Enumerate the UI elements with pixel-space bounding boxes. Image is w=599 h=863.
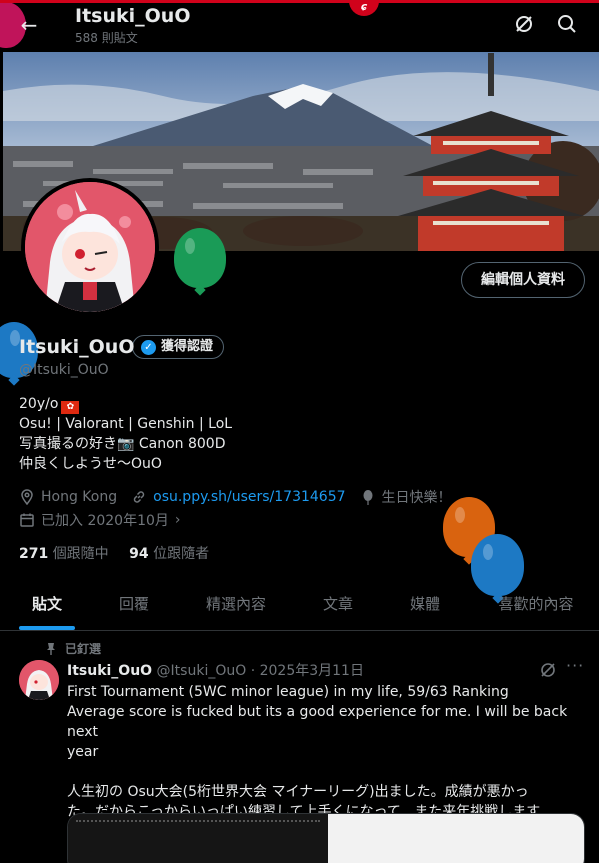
pinned-text: 已釘選 bbox=[65, 642, 102, 656]
get-verified-button[interactable]: ✓ 獲得認證 bbox=[132, 335, 225, 359]
profile-bio: 20y/o ✿ Osu! | Valorant | Genshin | LoL 写… bbox=[19, 394, 232, 474]
post-author-avatar[interactable] bbox=[19, 660, 59, 700]
profile-handle: @Itsuki_OuO bbox=[19, 362, 109, 378]
location-icon bbox=[19, 489, 35, 506]
post-line: 人生初の Osu大会(5桁世界大会 マイナーリーグ)出ました。成績が悪かっ bbox=[67, 784, 529, 800]
top-accent-bar bbox=[0, 0, 599, 3]
profile-avatar[interactable] bbox=[21, 178, 159, 316]
profile-meta-row: Hong Kong osu.ppy.sh/users/17314657 生日快樂… bbox=[19, 487, 452, 507]
chevron-right-icon: › bbox=[174, 512, 181, 528]
profile-website-link[interactable]: osu.ppy.sh/users/17314657 bbox=[153, 489, 345, 505]
profile-meta-row[interactable]: 已加入 2020年10月 › bbox=[19, 510, 181, 530]
bio-line: 写真撮るの好き📷 Canon 800D bbox=[19, 436, 226, 452]
post-author-name[interactable]: Itsuki_OuO bbox=[67, 663, 152, 679]
profile-display-name: Itsuki_OuO bbox=[19, 336, 135, 358]
profile-joined-date: 已加入 2020年10月 bbox=[41, 513, 169, 529]
tab-posts[interactable]: 貼文 bbox=[19, 578, 75, 630]
tab-replies[interactable]: 回覆 bbox=[104, 578, 164, 630]
balloon-icon bbox=[360, 489, 376, 505]
hong-kong-flag-icon: ✿ bbox=[61, 401, 80, 414]
grok-icon[interactable] bbox=[538, 660, 558, 680]
edit-profile-button[interactable]: 編輯個人資料 bbox=[461, 262, 585, 298]
pinned-label: 已釘選 bbox=[45, 640, 101, 657]
tab-highlights[interactable]: 精選內容 bbox=[196, 578, 276, 630]
follow-counts: 271 個跟隨中 94 位跟隨者 bbox=[19, 543, 209, 563]
tab-likes[interactable]: 喜歡的內容 bbox=[490, 578, 582, 630]
post-media[interactable] bbox=[67, 813, 585, 863]
verified-label: 獲得認證 bbox=[161, 339, 214, 354]
post-line: Average score is fucked but its a good e… bbox=[67, 704, 568, 740]
post-header: Itsuki_OuO @Itsuki_OuO · 2025年3月11日 bbox=[67, 660, 364, 680]
top-bar: ← Itsuki_OuO 588 則貼文 bbox=[0, 0, 599, 52]
more-options-icon[interactable]: ··· bbox=[566, 656, 584, 675]
tab-media[interactable]: 媒體 bbox=[395, 578, 455, 630]
post-handle-date[interactable]: @Itsuki_OuO · 2025年3月11日 bbox=[157, 663, 364, 679]
tab-articles[interactable]: 文章 bbox=[308, 578, 368, 630]
media-decoration bbox=[76, 820, 320, 824]
post-line: First Tournament (5WC minor league) in m… bbox=[67, 684, 509, 700]
bio-line: 仲良くしようせ〜OuO bbox=[19, 456, 162, 472]
calendar-icon bbox=[19, 512, 35, 528]
header-post-count: 588 則貼文 bbox=[75, 31, 138, 45]
followers-link[interactable]: 94 位跟隨者 bbox=[129, 546, 209, 562]
bio-line: 20y/o bbox=[19, 396, 59, 412]
profile-birthday: 生日快樂！ bbox=[381, 490, 452, 506]
link-icon bbox=[131, 489, 147, 505]
balloon-decoration bbox=[174, 228, 226, 296]
tab-active-indicator bbox=[19, 626, 75, 630]
header-name: Itsuki_OuO bbox=[75, 5, 191, 27]
post-text: First Tournament (5WC minor league) in m… bbox=[67, 682, 589, 822]
following-link[interactable]: 271 個跟隨中 bbox=[19, 546, 109, 562]
post-line bbox=[67, 762, 589, 782]
post-line: year bbox=[67, 744, 99, 760]
back-arrow-icon[interactable]: ← bbox=[14, 12, 44, 38]
post-media-image[interactable] bbox=[328, 814, 584, 863]
pin-icon bbox=[47, 642, 55, 655]
bio-line: Osu! | Valorant | Genshin | LoL bbox=[19, 416, 233, 432]
profile-location: Hong Kong bbox=[41, 489, 118, 505]
search-icon[interactable] bbox=[555, 12, 579, 36]
grok-icon[interactable] bbox=[512, 12, 536, 36]
profile-tabs: 貼文 回覆 精選內容 文章 媒體 喜歡的內容 bbox=[0, 578, 599, 631]
verified-badge-icon: ✓ bbox=[141, 339, 156, 355]
